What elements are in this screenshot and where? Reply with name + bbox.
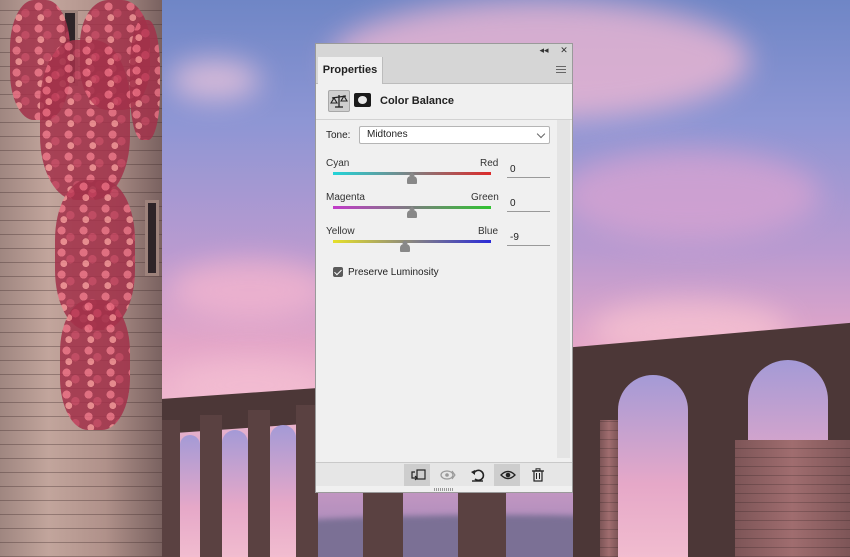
chevron-down-icon — [536, 129, 546, 139]
yellow-blue-slider-track[interactable] — [333, 240, 491, 243]
yellow-blue-value-field[interactable]: -9 — [507, 232, 550, 246]
toggle-visibility-icon — [500, 470, 516, 480]
panel-footer-toolbar — [316, 462, 572, 486]
tab-properties[interactable]: Properties — [318, 57, 383, 84]
adjustment-header: Color Balance — [316, 84, 572, 120]
reset-button[interactable] — [464, 464, 490, 486]
reset-icon — [471, 469, 485, 482]
tone-label: Tone: — [326, 130, 351, 141]
preserve-luminosity-label: Preserve Luminosity — [348, 267, 439, 278]
panel-resize-grip[interactable] — [434, 488, 454, 491]
red-label: Red — [480, 158, 499, 169]
cyan-red-value-field[interactable]: 0 — [507, 164, 550, 178]
clip-to-layer-button[interactable] — [404, 464, 430, 486]
blue-label: Blue — [478, 226, 499, 237]
tone-dropdown[interactable]: Midtones — [359, 126, 550, 144]
delete-icon — [532, 468, 544, 482]
preserve-luminosity-checkbox[interactable] — [333, 267, 343, 277]
view-previous-state-button[interactable] — [434, 464, 460, 486]
adjustment-title: Color Balance — [380, 95, 454, 107]
collapse-panel-button[interactable]: ◂◂ — [538, 44, 550, 57]
close-panel-button[interactable]: ✕ — [558, 44, 570, 57]
clip-to-layer-icon — [411, 469, 426, 481]
delete-button[interactable] — [524, 464, 550, 486]
view-previous-state-icon — [440, 470, 456, 480]
yellow-label: Yellow — [326, 226, 355, 237]
green-label: Green — [471, 192, 499, 203]
magenta-green-value-field[interactable]: 0 — [507, 198, 550, 212]
tab-bar: Properties — [316, 57, 572, 84]
toggle-visibility-button[interactable] — [494, 464, 520, 486]
tone-dropdown-value: Midtones — [367, 129, 408, 140]
panel-menu-icon[interactable] — [556, 66, 566, 74]
panel-title-bar[interactable]: ◂◂ ✕ — [316, 44, 572, 57]
cyan-label: Cyan — [326, 158, 350, 169]
balance-scale-icon[interactable] — [328, 90, 350, 112]
properties-panel: ◂◂ ✕ Properties Color Balance Tone: Midt… — [315, 43, 573, 493]
layer-mask-icon[interactable] — [354, 93, 371, 107]
magenta-label: Magenta — [326, 192, 365, 203]
panel-scrollbar[interactable] — [557, 120, 570, 458]
